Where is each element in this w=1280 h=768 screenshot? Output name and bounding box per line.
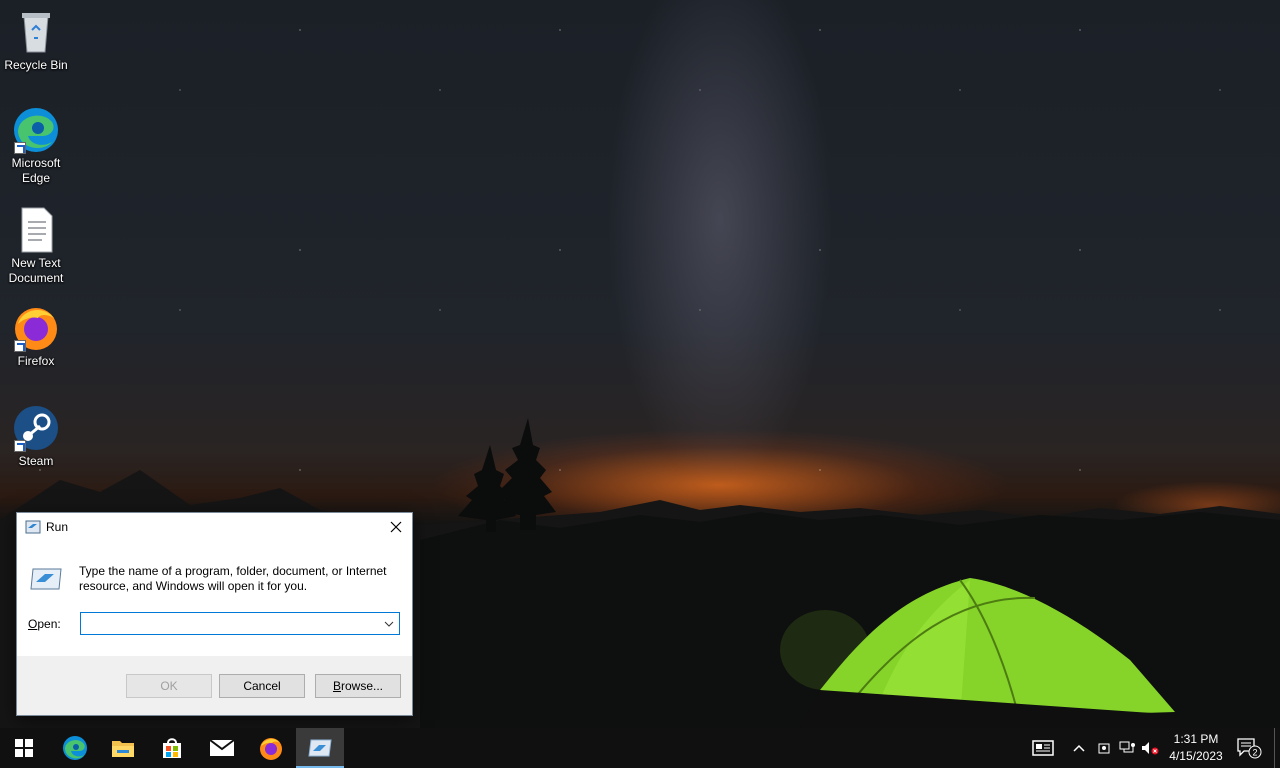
taskbar-firefox-button[interactable] <box>247 728 295 768</box>
desktop-icon-label: Microsoft Edge <box>11 156 61 185</box>
browse-button[interactable]: Browse... <box>315 674 401 698</box>
edge-icon <box>12 106 60 154</box>
desktop-icon-new-text-document[interactable]: New Text Document <box>0 200 72 286</box>
run-program-icon <box>30 568 62 590</box>
taskbar-file-explorer-button[interactable] <box>99 728 147 768</box>
meet-now-icon <box>1098 743 1110 754</box>
taskbar-run-button[interactable] <box>296 728 344 768</box>
news-and-interests-button[interactable] <box>1030 728 1056 768</box>
chevron-down-icon <box>384 621 394 627</box>
taskbar-mail-button[interactable] <box>198 728 246 768</box>
taskbar-edge-button[interactable] <box>51 728 99 768</box>
open-combobox[interactable] <box>80 612 400 635</box>
store-icon <box>163 738 181 758</box>
firefox-icon <box>12 304 60 352</box>
ok-button[interactable]: OK <box>126 674 212 698</box>
network-icon <box>1119 741 1135 753</box>
desktop-icon-label: New Text Document <box>8 256 64 285</box>
desktop-icon-label: Firefox <box>17 354 55 368</box>
desktop-icon-steam[interactable]: Steam <box>0 398 72 469</box>
file-explorer-icon <box>112 741 134 757</box>
show-desktop-button[interactable] <box>1274 728 1280 768</box>
news-icon <box>1032 740 1054 756</box>
close-button[interactable] <box>380 513 412 541</box>
edge-icon <box>63 736 87 760</box>
run-dialog-description: Type the name of a program, folder, docu… <box>79 564 387 593</box>
cancel-button[interactable]: Cancel <box>219 674 305 698</box>
mail-icon <box>209 739 235 756</box>
volume-button[interactable] <box>1140 728 1160 768</box>
desktop-icon-recycle-bin[interactable]: Recycle Bin <box>0 2 72 73</box>
run-dialog-title: Run <box>46 520 69 534</box>
clock-time: 1:31 PM <box>1173 732 1219 746</box>
steam-icon <box>12 404 60 452</box>
desktop-icon-label: Recycle Bin <box>4 58 68 72</box>
clock[interactable]: 1:31 PM 4/15/2023 <box>1164 731 1228 765</box>
run-dialog: Run Type the name of a program, folder, … <box>16 512 413 716</box>
volume-muted-icon <box>1142 742 1159 755</box>
taskbar: 1:31 PM 4/15/2023 2 <box>0 728 1280 768</box>
notification-icon: 2 <box>1237 738 1262 759</box>
run-dialog-titlebar[interactable]: Run <box>17 513 412 541</box>
chevron-up-icon <box>1073 744 1085 752</box>
dropdown-button[interactable] <box>379 613 399 634</box>
network-button[interactable] <box>1117 728 1137 768</box>
meet-now-button[interactable] <box>1095 728 1113 768</box>
recycle-bin-icon <box>12 8 60 56</box>
firefox-icon <box>260 738 282 760</box>
notification-count: 2 <box>1252 748 1257 758</box>
desktop-icon-firefox[interactable]: Firefox <box>0 298 72 369</box>
desktop-icon-label: Steam <box>18 454 54 468</box>
taskbar-store-button[interactable] <box>148 728 196 768</box>
show-hidden-icons-button[interactable] <box>1070 728 1088 768</box>
desktop-icon-microsoft-edge[interactable]: Microsoft Edge <box>0 100 72 186</box>
shortcut-arrow-icon <box>14 340 26 352</box>
open-input[interactable] <box>81 613 385 634</box>
run-icon <box>308 739 332 757</box>
shortcut-arrow-icon <box>14 440 26 452</box>
shortcut-arrow-icon <box>14 142 26 154</box>
run-icon <box>25 520 41 534</box>
windows-logo-icon <box>15 739 33 757</box>
action-center-button[interactable]: 2 <box>1234 728 1264 768</box>
start-button[interactable] <box>0 728 48 768</box>
open-label: Open: <box>28 617 61 631</box>
close-icon <box>390 521 402 533</box>
clock-date: 4/15/2023 <box>1169 749 1223 763</box>
text-document-icon <box>12 206 60 254</box>
